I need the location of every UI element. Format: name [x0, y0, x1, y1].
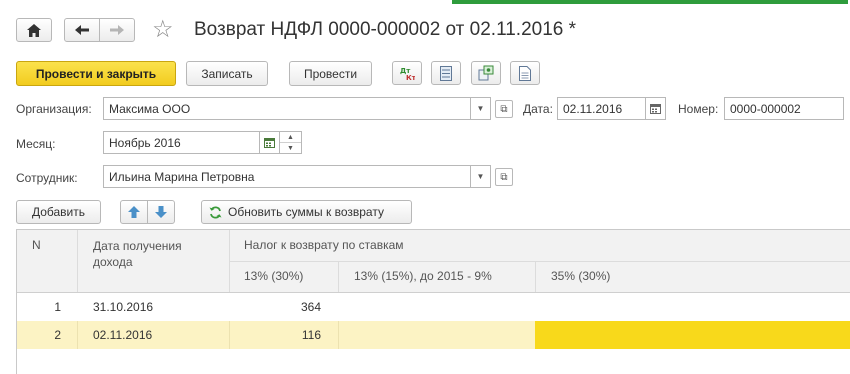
month-stepper[interactable]: ▲ ▼	[280, 131, 302, 154]
arrow-up-icon	[128, 206, 140, 218]
print-button[interactable]	[510, 61, 540, 85]
stepper-down-icon[interactable]: ▼	[280, 143, 301, 153]
organization-open-button[interactable]: ⧉	[495, 100, 513, 118]
move-up-button[interactable]	[120, 200, 148, 224]
page-title: Возврат НДФЛ 0000-000002 от 02.11.2016 *	[194, 19, 577, 40]
chevron-down-icon: ▼	[476, 104, 485, 113]
star-icon[interactable]: ☆	[152, 15, 174, 44]
refresh-icon	[209, 205, 222, 219]
home-icon	[27, 23, 41, 37]
structure-icon	[478, 65, 494, 81]
post-and-close-button[interactable]: Провести и закрыть	[16, 61, 176, 86]
refresh-amounts-label: Обновить суммы к возврату	[228, 205, 384, 219]
employee-open-button[interactable]: ⧉	[495, 168, 513, 186]
month-picker-button[interactable]	[260, 131, 280, 154]
window-top-bar	[0, 0, 850, 4]
employee-dropdown[interactable]: ▼	[471, 165, 491, 188]
row-date: 02.11.2016	[93, 328, 153, 342]
structure-button[interactable]	[471, 61, 501, 85]
column-header-13-30[interactable]: 13% (30%)	[244, 269, 303, 283]
calendar-icon	[264, 137, 275, 148]
month-field[interactable]: Ноябрь 2016	[103, 131, 260, 154]
date-picker-button[interactable]	[646, 97, 666, 120]
dt-kt-icon: Дт Кт	[400, 67, 415, 81]
number-label: Номер:	[678, 102, 719, 116]
column-header-date[interactable]: Дата получения дохода	[93, 238, 213, 270]
save-button[interactable]: Записать	[186, 61, 268, 86]
home-button[interactable]	[16, 18, 52, 42]
row-number: 2	[54, 328, 61, 342]
column-header-35-30[interactable]: 35% (30%)	[551, 269, 610, 283]
arrow-left-icon	[75, 25, 89, 35]
open-window-icon: ⧉	[500, 171, 508, 183]
column-header-tax-group: Налог к возврату по ставкам	[244, 238, 404, 252]
employee-label: Сотрудник:	[16, 171, 78, 185]
calendar-icon	[650, 103, 661, 114]
organization-field[interactable]: Максима ООО	[103, 97, 471, 120]
date-label: Дата:	[523, 102, 553, 116]
column-header-n[interactable]: N	[32, 238, 41, 252]
organization-label: Организация:	[16, 102, 92, 116]
register-icon	[440, 65, 452, 81]
chevron-down-icon: ▼	[476, 172, 485, 181]
back-button[interactable]	[64, 18, 100, 42]
column-header-13-15[interactable]: 13% (15%), до 2015 - 9%	[354, 269, 492, 283]
number-field[interactable]: 0000-000002	[724, 97, 844, 120]
tax-return-table: N Дата получения дохода Налог к возврату…	[16, 229, 850, 374]
active-cell[interactable]	[535, 321, 850, 349]
date-field[interactable]: 02.11.2016	[557, 97, 646, 120]
register-button[interactable]	[431, 61, 461, 85]
svg-text:Кт: Кт	[406, 74, 415, 81]
refresh-amounts-button[interactable]: Обновить суммы к возврату	[201, 200, 412, 224]
dt-kt-button[interactable]: Дт Кт	[392, 61, 422, 85]
row-number: 1	[54, 300, 61, 314]
forward-button[interactable]	[99, 18, 135, 42]
open-window-icon: ⧉	[500, 103, 508, 115]
arrow-down-icon	[155, 206, 167, 218]
row-date: 31.10.2016	[93, 300, 154, 314]
row-tax-13: 364	[300, 300, 321, 314]
add-row-button[interactable]: Добавить	[16, 200, 101, 224]
employee-field[interactable]: Ильина Марина Петровна	[103, 165, 471, 188]
stepper-up-icon[interactable]: ▲	[280, 132, 301, 143]
table-row[interactable]: 1 31.10.2016 364	[17, 293, 850, 321]
row-tax-13: 116	[301, 328, 321, 342]
arrow-right-icon	[110, 25, 124, 35]
print-icon	[519, 65, 531, 81]
active-window-indicator	[452, 0, 848, 4]
post-button[interactable]: Провести	[289, 61, 372, 86]
table-row[interactable]: 2 02.11.2016 116	[17, 321, 850, 349]
organization-dropdown[interactable]: ▼	[471, 97, 491, 120]
month-label: Месяц:	[16, 137, 56, 151]
move-down-button[interactable]	[147, 200, 175, 224]
